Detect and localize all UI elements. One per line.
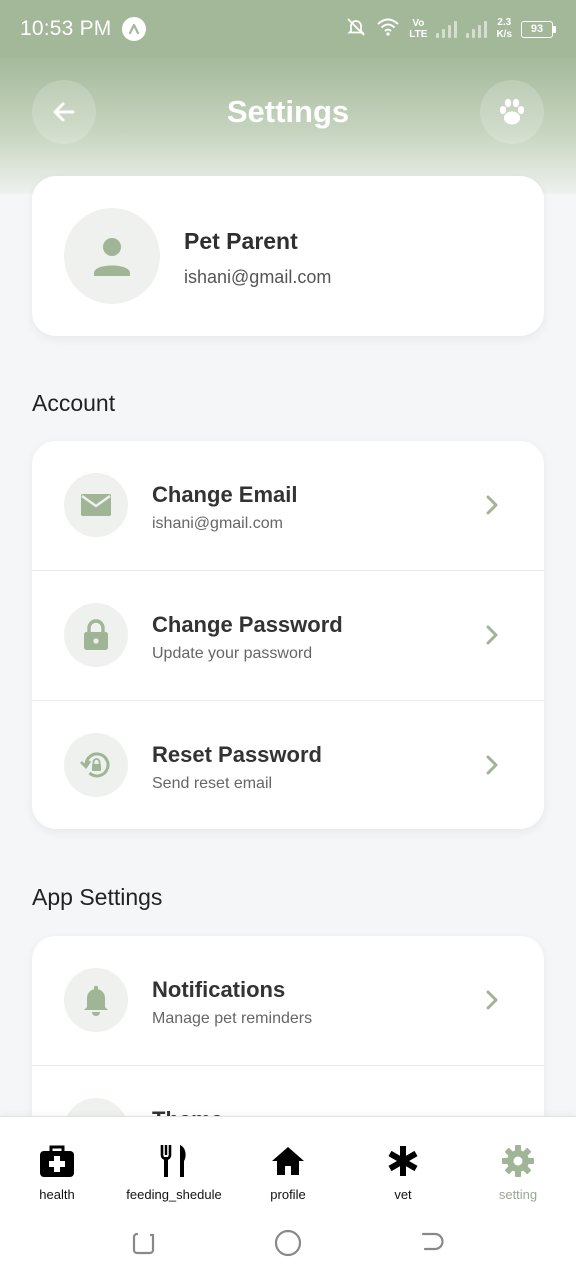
volte-bottom: LTE: [409, 29, 428, 40]
back-nav-button[interactable]: [417, 1228, 447, 1258]
change-email-row[interactable]: Change Email ishani@gmail.com: [32, 441, 544, 570]
nav-item-vet[interactable]: vet: [360, 1117, 446, 1205]
chevron-right-icon: [480, 493, 504, 517]
chevron-right-icon: [480, 988, 504, 1012]
battery-icon: 93: [521, 20, 556, 38]
change-password-row[interactable]: Change Password Update your password: [32, 571, 544, 700]
section-title-account: Account: [32, 390, 116, 416]
battery-level: 93: [521, 20, 553, 38]
mute-icon: [345, 16, 367, 43]
nav-item-profile[interactable]: profile: [245, 1117, 331, 1205]
recent-apps-icon: [132, 1232, 155, 1255]
home-circle-icon: [274, 1229, 302, 1257]
nav-label-feeding: feeding_shedule: [126, 1187, 222, 1202]
row-subtitle: Manage pet reminders: [152, 1010, 313, 1027]
profile-email: ishani@gmail.com: [184, 267, 332, 287]
row-title: Change Email: [152, 482, 298, 507]
profile-card: Pet Parent ishani@gmail.com: [32, 176, 544, 336]
medical-kit-icon: [39, 1143, 75, 1179]
volte-top: Vo: [412, 18, 425, 29]
nav-item-health[interactable]: health: [14, 1117, 100, 1205]
speed-value: 2.3: [497, 17, 512, 28]
nav-label-health: health: [39, 1187, 75, 1202]
nav-label-setting: setting: [498, 1187, 538, 1202]
lock-icon: [64, 603, 128, 667]
row-title: Change Password: [152, 612, 343, 637]
person-icon: [94, 238, 130, 276]
app-notification-icon: [121, 17, 146, 41]
status-bar: 10:53 PM Vo LTE 2.3 K/s 93: [0, 0, 576, 58]
network-speed: 2.3 K/s: [496, 17, 512, 41]
nav-label-profile: profile: [270, 1187, 306, 1202]
system-navigation-bar: [0, 1204, 576, 1280]
bell-icon: [64, 968, 128, 1032]
paw-icon: [499, 98, 525, 125]
nav-item-setting[interactable]: setting: [475, 1117, 561, 1205]
recent-apps-button[interactable]: [129, 1228, 159, 1258]
paw-button[interactable]: [480, 80, 544, 144]
volte-indicator: Vo LTE: [409, 18, 427, 40]
row-subtitle: Send reset email: [152, 775, 273, 792]
nav-item-feeding-schedule[interactable]: feeding_shedule: [116, 1117, 232, 1205]
row-subtitle: ishani@gmail.com: [152, 515, 283, 532]
header: Settings: [0, 58, 576, 194]
row-title: Notifications: [152, 977, 286, 1002]
account-settings-card: Change Email ishani@gmail.com Change Pas…: [32, 441, 544, 829]
profile-name: Pet Parent: [184, 228, 298, 254]
asterisk-icon: [386, 1143, 420, 1179]
row-subtitle: Update your password: [152, 645, 313, 662]
avatar: [64, 208, 160, 304]
app-settings-card: Notifications Manage pet reminders Theme: [32, 936, 544, 1136]
status-indicators: Vo LTE 2.3 K/s 93: [345, 16, 556, 43]
lock-reset-icon: [64, 733, 128, 797]
bottom-navigation: health feeding_shedule profile vet setti…: [0, 1116, 576, 1204]
speed-unit: K/s: [496, 29, 512, 40]
signal-1-icon: [436, 20, 458, 38]
reset-password-row[interactable]: Reset Password Send reset email: [32, 701, 544, 829]
gear-icon: [500, 1143, 536, 1179]
mail-icon: [64, 473, 128, 537]
status-time: 10:53 PM: [20, 17, 112, 40]
wifi-icon: [376, 17, 400, 42]
signal-2-icon: [466, 20, 488, 38]
back-nav-icon: [421, 1232, 444, 1251]
fork-knife-icon: [158, 1143, 190, 1179]
home-icon: [270, 1143, 306, 1179]
nav-label-vet: vet: [394, 1187, 412, 1202]
home-button[interactable]: [273, 1228, 303, 1258]
notifications-row[interactable]: Notifications Manage pet reminders: [32, 936, 544, 1065]
row-title: Reset Password: [152, 742, 322, 767]
chevron-right-icon: [480, 623, 504, 647]
section-title-app-settings: App Settings: [32, 884, 163, 910]
chevron-right-icon: [480, 753, 504, 777]
